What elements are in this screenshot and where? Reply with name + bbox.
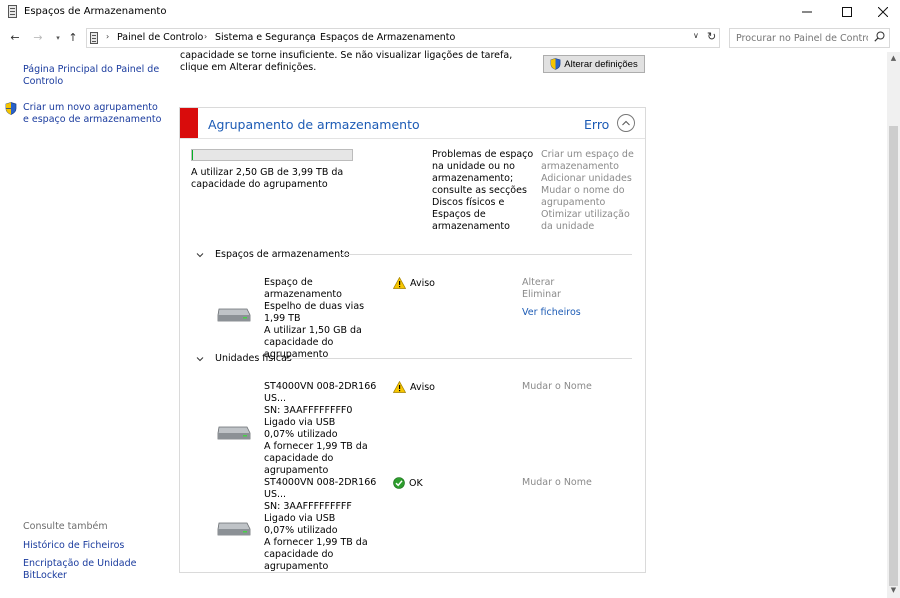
- pool-actions: Criar um espaço de armazenamento Adicion…: [541, 149, 641, 233]
- rename-drive-link[interactable]: Mudar o Nome: [522, 477, 592, 489]
- search-icon[interactable]: [874, 31, 885, 42]
- uac-shield-icon: [5, 102, 17, 115]
- scroll-thumb[interactable]: [889, 126, 898, 586]
- left-navigation-pane: Página Principal do Painel de Controlo C…: [0, 52, 170, 598]
- pool-usage-text: A utilizar 2,50 GB de 3,99 TB da capacid…: [191, 167, 344, 190]
- drive-model: ST4000VN 008-2DR166 US...: [264, 381, 377, 404]
- breadcrumb-control-panel[interactable]: Painel de Controlo: [117, 32, 203, 43]
- breadcrumb-system-security[interactable]: Sistema e Segurança: [215, 32, 316, 43]
- forward-arrow-icon[interactable]: →: [31, 30, 45, 46]
- rename-pool-link[interactable]: Mudar o nome do agrupamento: [541, 185, 641, 209]
- scroll-up-arrow-icon[interactable]: ▲: [887, 54, 900, 64]
- file-history-link[interactable]: Histórico de Ficheiros: [23, 540, 124, 552]
- physical-drive-icon: [217, 426, 251, 440]
- drive-provided: A fornecer 1,99 TB da capacidade do agru…: [264, 537, 368, 572]
- status-badge: Aviso: [393, 381, 435, 393]
- divider: [340, 254, 632, 255]
- error-indicator-bar: [180, 108, 198, 138]
- drive-info: ST4000VN 008-2DR166 US... SN: 3AAFFFFFFF…: [264, 381, 389, 477]
- chevron-down-icon[interactable]: [196, 355, 204, 363]
- physical-drives-section-title: Unidades físicas: [215, 353, 292, 364]
- status-badge: OK: [393, 477, 423, 489]
- see-also-heading: Consulte também: [23, 521, 108, 532]
- refresh-icon[interactable]: ↻: [707, 30, 716, 43]
- search-input[interactable]: [736, 31, 868, 45]
- control-panel-icon: [90, 32, 98, 44]
- minimize-icon[interactable]: [790, 0, 824, 24]
- navigation-bar: ← → ▾ ↑ › Painel de Controlo › Sistema e…: [0, 27, 900, 49]
- breadcrumb-separator-icon[interactable]: ›: [309, 32, 312, 41]
- vertical-scrollbar[interactable]: ▲ ▼: [887, 52, 900, 598]
- storage-space-name: Espaço de armazenamento: [264, 277, 342, 300]
- divider: [180, 138, 645, 139]
- change-space-link[interactable]: Alterar: [522, 277, 581, 289]
- status-text: Aviso: [410, 381, 435, 393]
- drive-model: ST4000VN 008-2DR166 US...: [264, 477, 377, 500]
- divider: [289, 358, 632, 359]
- drive-actions: Mudar o Nome: [522, 381, 592, 393]
- storage-space-size: 1,99 TB: [264, 313, 301, 324]
- breadcrumb-separator-icon[interactable]: ›: [106, 32, 109, 41]
- pool-problem-text: Problemas de espaço na unidade ou no arm…: [432, 149, 534, 232]
- pool-usage-bar: [191, 149, 353, 161]
- chevron-down-icon[interactable]: [196, 251, 204, 259]
- drive-actions: Mudar o Nome: [522, 477, 592, 489]
- bitlocker-link[interactable]: Encriptação de Unidade BitLocker: [23, 558, 143, 582]
- status-badge: Aviso: [393, 277, 435, 289]
- search-box[interactable]: [729, 28, 890, 48]
- change-settings-label: Alterar definições: [564, 58, 638, 70]
- address-bar[interactable]: › Painel de Controlo › Sistema e Seguran…: [86, 28, 720, 48]
- storage-space-resiliency: Espelho de duas vias: [264, 301, 365, 312]
- intro-text: capacidade se torne insuficiente. Se não…: [180, 50, 513, 73]
- status-text: OK: [409, 477, 423, 489]
- drive-provided: A fornecer 1,99 TB da capacidade do agru…: [264, 441, 368, 476]
- breadcrumb-separator-icon[interactable]: ›: [204, 32, 207, 41]
- delete-space-link[interactable]: Eliminar: [522, 289, 581, 301]
- breadcrumb-storage-spaces[interactable]: Espaços de Armazenamento: [320, 32, 455, 43]
- collapse-chevron-up-icon[interactable]: [617, 114, 635, 132]
- maximize-icon[interactable]: [830, 0, 864, 24]
- storage-spaces-section-title: Espaços de armazenamento: [215, 249, 350, 260]
- storage-pool-panel: Agrupamento de armazenamento Erro A util…: [179, 107, 646, 573]
- drive-connection: Ligado via USB: [264, 513, 336, 524]
- up-arrow-icon[interactable]: ↑: [66, 30, 80, 46]
- drive-serial: SN: 3AAFFFFFFFFF: [264, 501, 352, 512]
- back-arrow-icon[interactable]: ←: [8, 30, 22, 46]
- warning-icon: [393, 277, 406, 289]
- create-space-link[interactable]: Criar um espaço de armazenamento: [541, 149, 641, 173]
- control-panel-home-link[interactable]: Página Principal do Painel de Controlo: [23, 64, 163, 88]
- close-icon[interactable]: [866, 0, 900, 24]
- physical-drive-icon: [217, 522, 251, 536]
- rename-drive-link[interactable]: Mudar o Nome: [522, 381, 592, 393]
- storage-space-info: Espaço de armazenamento Espelho de duas …: [264, 277, 389, 361]
- view-files-link[interactable]: Ver ficheiros: [522, 307, 581, 319]
- drive-used: 0,07% utilizado: [264, 525, 338, 536]
- uac-shield-icon: [550, 58, 561, 70]
- create-pool-link[interactable]: Criar um novo agrupamento e espaço de ar…: [23, 102, 163, 126]
- storage-spaces-app-icon: [8, 5, 17, 18]
- ok-check-icon: [393, 477, 405, 489]
- status-text: Aviso: [410, 277, 435, 289]
- recent-locations-chevron-icon[interactable]: ▾: [51, 30, 65, 46]
- storage-space-drive-icon: [217, 308, 251, 322]
- drive-info: ST4000VN 008-2DR166 US... SN: 3AAFFFFFFF…: [264, 477, 389, 573]
- optimize-drive-usage-link[interactable]: Otimizar utilização da unidade: [541, 209, 641, 233]
- title-bar: Espaços de Armazenamento: [0, 0, 900, 24]
- change-settings-button[interactable]: Alterar definições: [543, 55, 645, 73]
- address-dropdown-chevron-icon[interactable]: ∨: [693, 31, 699, 40]
- drive-used: 0,07% utilizado: [264, 429, 338, 440]
- drive-serial: SN: 3AAFFFFFFFF0: [264, 405, 353, 416]
- scroll-down-arrow-icon[interactable]: ▼: [887, 586, 900, 596]
- warning-icon: [393, 381, 406, 393]
- window-title: Espaços de Armazenamento: [24, 6, 167, 17]
- pool-title: Agrupamento de armazenamento: [208, 117, 420, 132]
- add-drives-link[interactable]: Adicionar unidades: [541, 173, 641, 185]
- drive-connection: Ligado via USB: [264, 417, 336, 428]
- storage-space-actions: Alterar Eliminar Ver ficheiros: [522, 277, 581, 319]
- pool-status: Erro: [584, 117, 610, 132]
